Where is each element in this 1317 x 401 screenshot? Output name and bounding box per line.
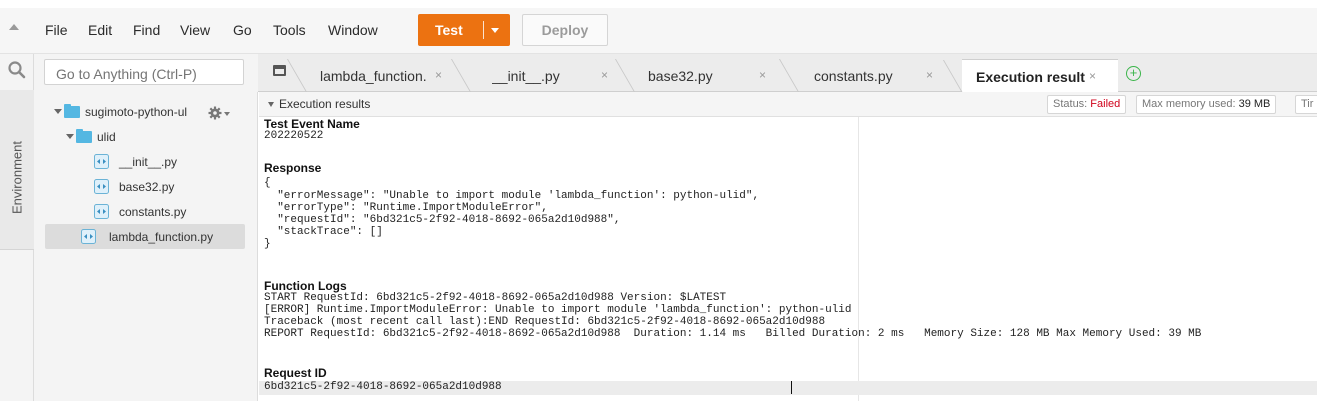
max-memory-label: Max memory used: — [1142, 98, 1239, 110]
chevron-down-icon[interactable] — [491, 28, 499, 33]
file-tree: sugimoto-python-ul ulid __init__.py base… — [34, 92, 258, 401]
chevron-down-icon[interactable] — [66, 134, 74, 139]
environment-label: Environment — [9, 141, 25, 214]
menu-bar: File Edit Find View Go Tools Window Test… — [0, 8, 1317, 54]
tab-label: __init__.py — [492, 68, 560, 84]
test-button-label: Test — [435, 22, 463, 38]
request-id-title: Request ID — [264, 366, 327, 380]
log-line: [ERROR] Runtime.ImportModuleError: Unabl… — [264, 304, 852, 316]
tab-lambda-function[interactable]: lambda_function. × — [286, 59, 470, 92]
text-cursor — [791, 381, 792, 394]
environment-tab[interactable]: Environment — [0, 90, 34, 250]
tab-constants-py[interactable]: constants.py × — [778, 59, 962, 92]
close-icon[interactable]: × — [601, 68, 608, 82]
function-logs-title: Function Logs — [264, 279, 347, 293]
menu-find[interactable]: Find — [133, 22, 160, 38]
execution-results-header[interactable]: Execution results Status: Failed Max mem… — [259, 92, 1317, 117]
response-line: "stackTrace": [] — [264, 226, 383, 238]
test-event-name-title: Test Event Name — [264, 117, 360, 131]
folder-icon — [64, 104, 80, 118]
tab-label: Execution result: — [976, 69, 1085, 85]
menu-file[interactable]: File — [45, 22, 68, 38]
tab-init-py[interactable]: __init__.py × — [450, 59, 634, 92]
gear-icon[interactable] — [208, 106, 222, 120]
test-button[interactable]: Test — [418, 14, 510, 46]
tab-bar: lambda_function. × __init__.py × base32.… — [258, 54, 1317, 93]
status-label: Status: — [1053, 98, 1091, 110]
tab-label: base32.py — [648, 68, 713, 84]
python-file-icon — [94, 179, 109, 194]
execution-results-title: Execution results — [279, 97, 371, 111]
response-title: Response — [264, 161, 322, 175]
collapse-arrow-icon[interactable] — [9, 24, 19, 30]
search-icon[interactable] — [7, 60, 27, 80]
menu-window[interactable]: Window — [328, 22, 378, 38]
python-file-icon — [94, 204, 109, 219]
close-icon[interactable]: × — [759, 68, 766, 82]
tree-item-label: __init__.py — [119, 155, 178, 169]
time-badge: Tir — [1295, 95, 1317, 114]
response-line: "errorMessage": "Unable to import module… — [264, 190, 760, 202]
column-divider — [858, 117, 859, 401]
menu-go[interactable]: Go — [233, 22, 252, 38]
request-id-value[interactable]: 6bd321c5-2f92-4018-8692-065a2d10d988 — [264, 381, 502, 394]
tab-base32-py[interactable]: base32.py × — [614, 59, 798, 92]
tree-item-label: sugimoto-python-ul — [85, 105, 188, 119]
chevron-down-icon[interactable] — [54, 109, 62, 114]
tree-item-label: ulid — [97, 130, 116, 144]
response-line: } — [264, 238, 271, 250]
max-memory-badge: Max memory used: 39 MB — [1136, 95, 1277, 114]
response-line: "errorType": "Runtime.ImportModuleError"… — [264, 202, 548, 214]
response-line: { — [264, 177, 271, 189]
execution-results-panel: Execution results Status: Failed Max mem… — [259, 92, 1317, 401]
folder-icon — [76, 129, 92, 143]
response-line: "requestId": "6bd321c5-2f92-4018-8692-06… — [264, 214, 621, 226]
tree-item-lambda-function-py[interactable]: lambda_function.py — [45, 224, 245, 249]
max-memory-value: 39 MB — [1238, 98, 1271, 110]
status-value: Failed — [1090, 98, 1121, 110]
left-rail: Environment — [0, 54, 34, 401]
close-icon[interactable]: × — [1089, 69, 1096, 83]
tree-item-label: constants.py — [119, 205, 187, 219]
tab-list-icon[interactable] — [273, 65, 286, 76]
test-button-divider — [483, 21, 484, 39]
menu-edit[interactable]: Edit — [88, 22, 112, 38]
goto-anything-input[interactable] — [44, 59, 244, 85]
tree-item-label: base32.py — [119, 180, 175, 194]
gear-menu-caret-icon[interactable] — [224, 112, 230, 116]
status-badge: Status: Failed — [1047, 95, 1127, 114]
menu-view[interactable]: View — [180, 22, 210, 38]
tree-item-ulid[interactable]: ulid — [54, 126, 244, 148]
test-event-name-value: 202220522 — [264, 130, 324, 142]
log-line: Traceback (most recent call last):END Re… — [264, 316, 826, 328]
log-line: REPORT RequestId: 6bd321c5-2f92-4018-869… — [264, 328, 1202, 340]
python-file-icon — [94, 154, 109, 169]
close-icon[interactable]: × — [926, 68, 933, 82]
tab-label: constants.py — [814, 68, 893, 84]
goto-container — [34, 54, 258, 92]
menu-tools[interactable]: Tools — [273, 22, 306, 38]
tab-execution-results[interactable]: Execution result: × — [942, 59, 1118, 93]
tree-item-label: lambda_function.py — [109, 230, 214, 244]
chevron-down-icon[interactable] — [268, 102, 274, 107]
python-file-icon — [81, 229, 96, 244]
add-tab-icon[interactable]: + — [1126, 66, 1141, 81]
tree-item-constants-py[interactable]: constants.py — [94, 201, 244, 223]
log-line: START RequestId: 6bd321c5-2f92-4018-8692… — [264, 292, 727, 304]
tab-label: lambda_function. — [320, 68, 427, 84]
tree-item-base32-py[interactable]: base32.py — [94, 176, 244, 198]
tab-edge — [286, 59, 307, 92]
deploy-button[interactable]: Deploy — [522, 14, 608, 46]
close-icon[interactable]: × — [435, 68, 442, 82]
tree-item-init-py[interactable]: __init__.py — [94, 151, 244, 173]
